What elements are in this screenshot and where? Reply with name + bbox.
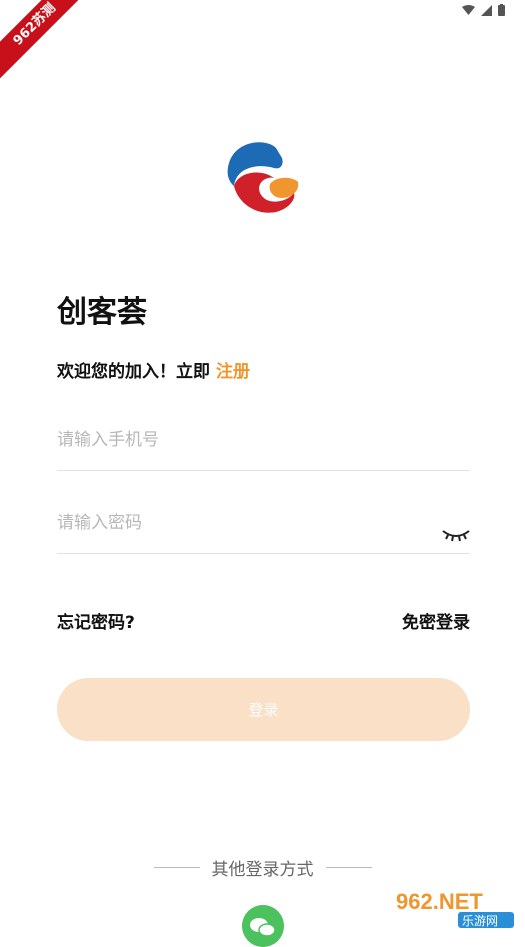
forgot-password-link[interactable]: 忘记密码?: [57, 608, 135, 633]
status-bar: [0, 0, 525, 22]
password-field: [57, 503, 470, 554]
phone-field: [57, 420, 470, 471]
other-login-label: 其他登录方式: [211, 860, 314, 880]
watermark-site-name: 乐游网: [462, 914, 498, 928]
wechat-icon[interactable]: [242, 905, 284, 947]
site-watermark: 962.NET 乐游网: [388, 885, 518, 930]
status-icons: [462, 4, 505, 16]
wifi-icon: [462, 4, 475, 15]
register-link[interactable]: 注册: [216, 362, 250, 382]
password-input[interactable]: [57, 503, 417, 543]
other-login-methods: 其他登录方式: [0, 855, 525, 880]
divider-right: [325, 867, 372, 868]
app-title: 创客荟: [57, 295, 147, 330]
login-button[interactable]: 登录: [57, 678, 470, 741]
phone-input[interactable]: [57, 420, 417, 460]
battery-icon: [498, 4, 505, 16]
welcome-label: 欢迎您的加入！立即: [57, 362, 210, 382]
eye-closed-icon[interactable]: [442, 527, 470, 543]
sms-login-link[interactable]: 免密登录: [402, 608, 470, 633]
divider-left: [153, 867, 200, 868]
app-logo: [227, 142, 299, 213]
watermark-brand: 962.NET: [396, 889, 483, 914]
welcome-text: 欢迎您的加入！立即 注册: [57, 357, 250, 382]
signal-icon: [481, 4, 492, 16]
